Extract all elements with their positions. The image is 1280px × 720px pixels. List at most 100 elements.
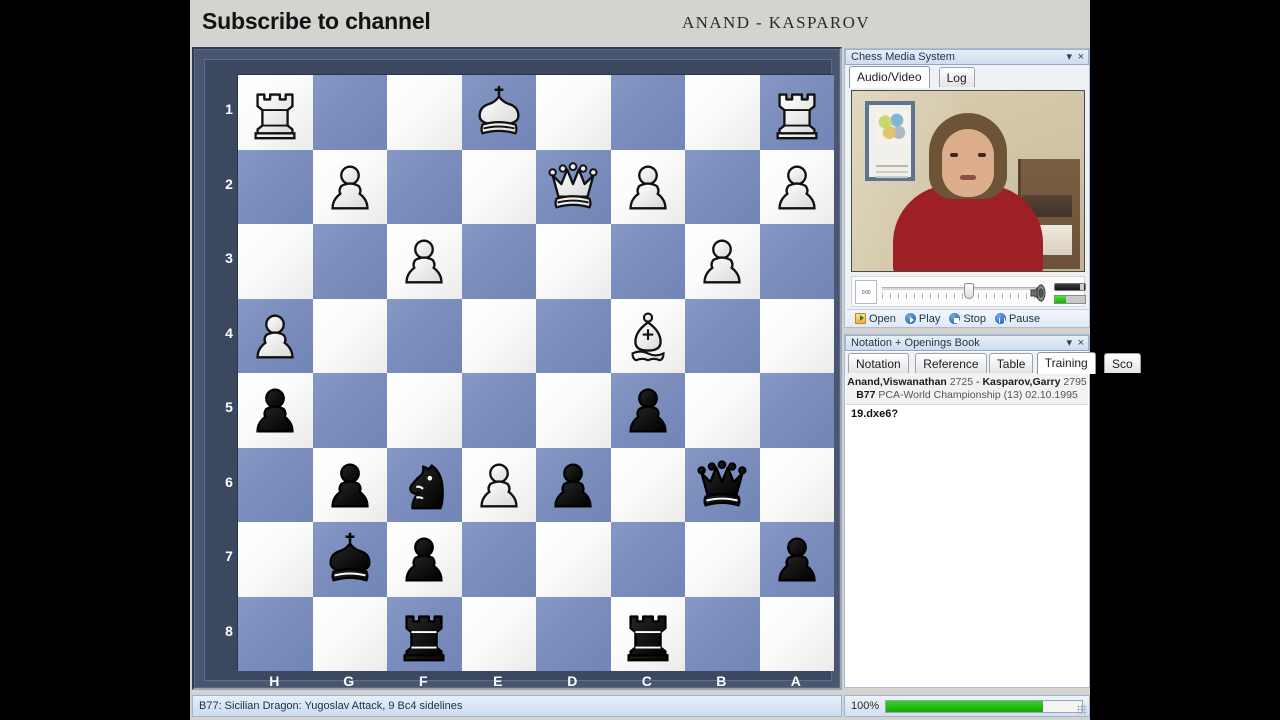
black-pawn-icon[interactable] <box>760 522 835 597</box>
close-icon[interactable]: × <box>1078 336 1084 351</box>
board-square-a8[interactable] <box>759 596 834 671</box>
board-square-a6[interactable] <box>759 447 834 522</box>
board-square-d4[interactable] <box>536 298 611 373</box>
black-pawn-icon[interactable] <box>387 522 462 597</box>
board-square-c2[interactable] <box>610 149 686 225</box>
media-panel-titlebar[interactable]: Chess Media System ▾ × <box>845 49 1089 65</box>
chevron-down-icon[interactable]: ▾ <box>1066 336 1072 351</box>
board-square-g4[interactable] <box>312 298 387 373</box>
resize-grip[interactable] <box>1077 705 1087 715</box>
open-button[interactable]: Open <box>855 313 896 325</box>
board-square-f2[interactable] <box>387 149 462 224</box>
tab-sco[interactable]: Sco <box>1104 353 1141 373</box>
current-move[interactable]: 19.dxe6? <box>851 408 898 420</box>
board-square-a5[interactable] <box>759 373 834 448</box>
board-square-b7[interactable] <box>685 522 760 597</box>
board-square-b5[interactable] <box>685 373 760 448</box>
move-list[interactable]: 19.dxe6? <box>846 405 1088 686</box>
board-square-d8[interactable] <box>536 596 611 671</box>
board-square-e2[interactable] <box>461 149 536 224</box>
board-square-h8[interactable] <box>238 596 313 671</box>
board-square-f3[interactable] <box>387 224 462 299</box>
board-square-d7[interactable] <box>536 522 611 597</box>
board-square-d5[interactable] <box>536 373 611 448</box>
white-bishop-icon[interactable] <box>611 299 686 374</box>
board-square-g3[interactable] <box>312 224 387 299</box>
notation-tab-row[interactable]: Notation Reference Table Training Sco <box>845 352 1141 374</box>
board-square-f7[interactable] <box>387 522 462 597</box>
tab-notation[interactable]: Notation <box>848 353 909 373</box>
white-pawn-icon[interactable] <box>462 448 537 523</box>
board-square-g6[interactable] <box>312 447 387 522</box>
black-pawn-icon[interactable] <box>536 448 611 523</box>
board-square-f1[interactable] <box>387 75 462 150</box>
board-square-g2[interactable] <box>312 149 387 224</box>
white-pawn-icon[interactable] <box>238 299 313 374</box>
tab-log[interactable]: Log <box>938 67 975 87</box>
board-square-c6[interactable] <box>610 447 685 522</box>
video-player[interactable] <box>851 90 1085 272</box>
tab-audio-video[interactable]: Audio/Video <box>849 66 930 88</box>
board-square-b3[interactable] <box>685 224 760 299</box>
white-rook-icon[interactable] <box>238 75 313 150</box>
close-icon[interactable]: × <box>1078 50 1084 65</box>
board-square-g1[interactable] <box>312 75 387 150</box>
chevron-down-icon[interactable]: ▾ <box>1066 50 1072 65</box>
board-square-b2[interactable] <box>685 149 760 224</box>
board-square-h3[interactable] <box>238 224 313 299</box>
board-square-b8[interactable] <box>685 596 760 671</box>
board-square-b4[interactable] <box>685 298 760 373</box>
board-square-c4[interactable] <box>610 298 686 374</box>
play-button[interactable]: Play <box>904 313 940 325</box>
board-square-e3[interactable] <box>461 224 536 299</box>
tab-training[interactable]: Training <box>1036 352 1096 374</box>
black-rook-icon[interactable] <box>387 597 462 672</box>
board-square-b1[interactable] <box>685 75 760 150</box>
board-square-h5[interactable] <box>238 373 313 448</box>
notation-panel-titlebar[interactable]: Notation + Openings Book ▾ × <box>845 335 1089 351</box>
board-square-h6[interactable] <box>238 447 313 522</box>
board-square-d1[interactable] <box>536 75 611 150</box>
board-square-f5[interactable] <box>387 373 462 448</box>
speaker-icon[interactable] <box>1028 282 1050 304</box>
media-button-bar[interactable]: Open Play Stop Pause <box>847 309 1089 327</box>
board-square-c3[interactable] <box>610 224 685 299</box>
board-square-f8[interactable] <box>387 596 462 672</box>
white-king-icon[interactable] <box>462 75 537 150</box>
board-square-e8[interactable] <box>461 596 536 671</box>
board-square-g8[interactable] <box>312 596 387 671</box>
board-square-c8[interactable] <box>610 596 685 671</box>
white-pawn-icon[interactable] <box>611 150 686 225</box>
white-pawn-icon[interactable] <box>685 224 760 299</box>
board-square-a7[interactable] <box>759 522 835 597</box>
board-square-a3[interactable] <box>759 224 834 299</box>
white-queen-icon[interactable] <box>536 150 611 225</box>
board-square-d3[interactable] <box>536 224 611 299</box>
board-square-a1[interactable] <box>759 75 835 150</box>
volume-slider[interactable] <box>1054 283 1086 291</box>
pause-button[interactable]: Pause <box>994 313 1040 325</box>
board-square-g7[interactable] <box>312 522 387 597</box>
board-square-a2[interactable] <box>759 149 834 224</box>
board-square-c1[interactable] <box>610 75 685 150</box>
board-square-g5[interactable] <box>312 373 387 448</box>
white-pawn-icon[interactable] <box>387 224 462 299</box>
board-square-f4[interactable] <box>387 298 462 373</box>
board-square-e6[interactable] <box>461 447 537 523</box>
white-rook-icon[interactable] <box>760 75 835 150</box>
black-pawn-icon[interactable] <box>238 373 313 448</box>
black-queen-icon[interactable] <box>685 448 760 523</box>
black-pawn-icon[interactable] <box>611 373 686 448</box>
board-square-e4[interactable] <box>461 298 536 373</box>
tab-table[interactable]: Table <box>988 353 1034 373</box>
chessboard-window[interactable]: 12345678 HGFEDCBA <box>192 47 842 690</box>
board-square-b6[interactable] <box>685 447 760 523</box>
board-square-e7[interactable] <box>461 522 536 597</box>
board-square-h1[interactable] <box>238 75 313 150</box>
seek-thumb[interactable] <box>964 283 975 299</box>
tab-reference[interactable]: Reference <box>915 353 987 373</box>
board-square-c5[interactable] <box>610 373 686 448</box>
board-square-c7[interactable] <box>610 522 685 597</box>
seek-slider[interactable] <box>882 283 1040 303</box>
board-square-h4[interactable] <box>238 298 313 374</box>
